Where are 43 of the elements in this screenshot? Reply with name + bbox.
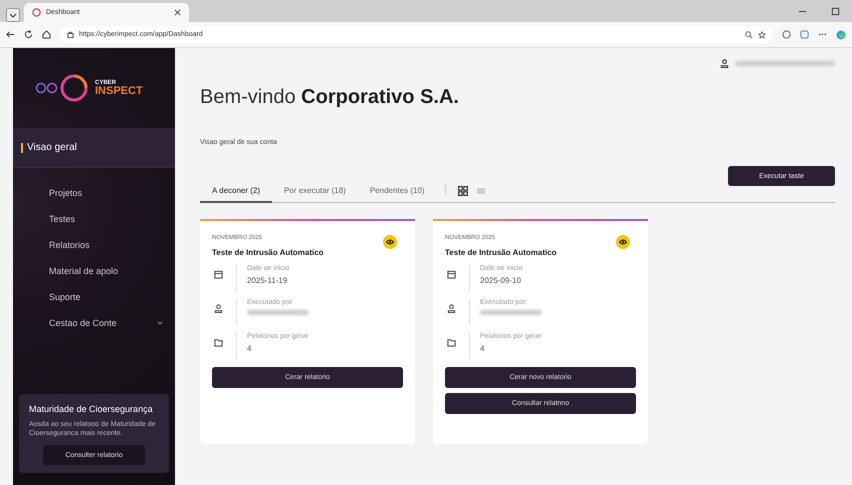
lock-icon <box>67 31 74 38</box>
close-icon[interactable] <box>174 9 181 16</box>
nav-item[interactable]: Visao geral <box>13 128 175 168</box>
calendar-icon <box>447 270 456 279</box>
welcome-title: Bem-vindo Corporativo S.A. <box>200 86 460 109</box>
reload-icon[interactable] <box>24 30 33 39</box>
nav-item[interactable]: Suporte <box>13 284 175 310</box>
user-icon <box>447 304 456 313</box>
nav-item[interactable]: Cestao de Conte <box>13 310 175 336</box>
home-icon[interactable] <box>42 30 51 39</box>
blurred-field-value <box>247 310 309 315</box>
field-value: 4 <box>480 344 486 353</box>
tab[interactable]: A deconer (2) <box>200 186 272 203</box>
promo-title: Maturidade de Cioerseguranҫa <box>29 404 154 416</box>
collections-icon[interactable] <box>800 30 809 39</box>
user-icon <box>214 304 223 313</box>
blurred-field-value <box>480 310 542 315</box>
eye-icon[interactable] <box>383 235 397 249</box>
favorite-star-icon[interactable] <box>758 30 766 38</box>
nav-item[interactable]: Testes <box>13 206 175 232</box>
nav-item[interactable]: Projetos <box>13 180 175 206</box>
logo-text: INSPECT <box>95 86 143 96</box>
field-value: 2025-11-19 <box>247 276 288 285</box>
card-title: Teste de Intrusão Automatico <box>445 248 558 257</box>
eye-icon[interactable] <box>616 235 630 249</box>
tab[interactable]: Por executar (18) <box>272 186 358 203</box>
field-value: 4 <box>247 344 252 353</box>
copilot-icon[interactable] <box>836 30 846 40</box>
folder-icon <box>447 338 456 347</box>
calendar-icon <box>214 270 223 279</box>
tab-menu-icon[interactable] <box>6 8 20 22</box>
card-title: Teste de Intrusão Automatico <box>212 248 325 257</box>
back-icon[interactable] <box>6 30 15 39</box>
folder-icon <box>214 338 223 347</box>
extension-icon[interactable] <box>782 30 791 39</box>
nav-item[interactable]: Relatorios <box>13 232 175 258</box>
site-logo-icon <box>32 8 41 17</box>
nav-item[interactable]: Material de apolo <box>13 258 175 284</box>
field-value: 2025-09-10 <box>480 276 522 285</box>
user-icon[interactable] <box>720 58 729 68</box>
maximize-icon[interactable] <box>831 7 840 16</box>
tab[interactable]: Pendentes (10) <box>358 186 437 203</box>
zoom-icon[interactable] <box>745 30 753 38</box>
